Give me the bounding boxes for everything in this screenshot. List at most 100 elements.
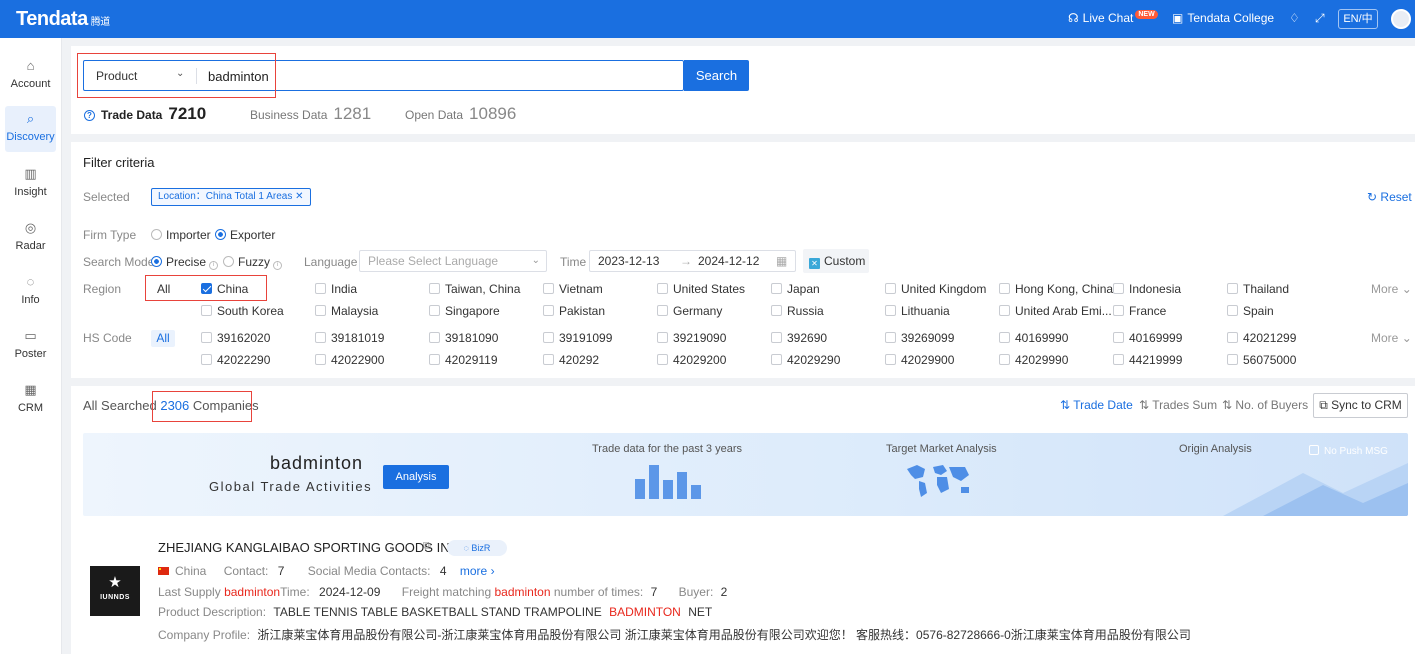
hs-code-checkbox[interactable]: 42021299: [1227, 331, 1296, 345]
reset-button[interactable]: ↻ Reset: [1367, 190, 1412, 204]
region-checkbox[interactable]: India: [315, 282, 357, 296]
more-link[interactable]: more ›: [460, 564, 495, 578]
search-button[interactable]: Search: [684, 60, 749, 91]
region-checkbox[interactable]: United Arab Emi...: [999, 304, 1112, 318]
logo[interactable]: Tendata 腾道: [16, 8, 110, 31]
region-all[interactable]: All: [157, 282, 170, 296]
region-more-button[interactable]: More ⌄: [1371, 282, 1412, 296]
company-logo[interactable]: ★ IUNNDS: [90, 566, 140, 616]
target-market-label[interactable]: Target Market Analysis: [886, 443, 997, 455]
region-checkbox[interactable]: Taiwan, China: [429, 282, 520, 296]
hs-code-checkbox[interactable]: 42029290: [771, 353, 840, 367]
search-input[interactable]: [208, 67, 668, 85]
tab-business-data[interactable]: Business Data 1281: [250, 104, 371, 124]
college-link[interactable]: ▣ Tendata College: [1172, 11, 1274, 25]
notification-icon[interactable]: ♢: [1289, 11, 1300, 25]
fullscreen-icon[interactable]: ⤢: [1315, 11, 1325, 26]
region-checkbox[interactable]: Hong Kong, China: [999, 282, 1113, 296]
contact-count[interactable]: 7: [278, 564, 285, 578]
sidebar-item-info[interactable]: ◌ Info: [5, 269, 56, 315]
language-label: Language: [304, 255, 358, 269]
bizr-badge[interactable]: ◌ BizR: [447, 540, 507, 556]
tab-trade-data[interactable]: ? Trade Data 7210: [84, 104, 206, 124]
copy-icon[interactable]: ⧉: [423, 540, 431, 553]
region-checkbox[interactable]: Japan: [771, 282, 820, 296]
origin-analysis-label[interactable]: Origin Analysis: [1179, 443, 1252, 455]
exporter-radio[interactable]: Exporter: [215, 228, 275, 242]
no-push-checkbox[interactable]: No Push MSG: [1309, 445, 1388, 457]
freight-suffix: number of times:: [553, 585, 644, 599]
region-checkbox[interactable]: Thailand: [1227, 282, 1289, 296]
hs-all[interactable]: All: [151, 330, 175, 347]
region-checkbox[interactable]: Lithuania: [885, 304, 950, 318]
info-icon[interactable]: i: [273, 261, 283, 270]
hs-code-checkbox[interactable]: 56075000: [1227, 353, 1296, 367]
hs-code-checkbox[interactable]: 42029200: [657, 353, 726, 367]
region-checkbox[interactable]: Malaysia: [315, 304, 378, 318]
hs-code-checkbox[interactable]: 39181019: [315, 331, 384, 345]
hs-code-checkbox[interactable]: 40169999: [1113, 331, 1182, 345]
sidebar-item-crm[interactable]: ▦ CRM: [5, 377, 56, 423]
hs-more-button[interactable]: More ⌄: [1371, 331, 1412, 345]
sidebar-item-poster[interactable]: ▭ Poster: [5, 323, 56, 369]
hs-code-checkbox[interactable]: 392690: [771, 331, 827, 345]
region-checkbox[interactable]: Russia: [771, 304, 824, 318]
sort-trades-sum[interactable]: ⇅ Trades Sum: [1139, 398, 1217, 412]
region-checkbox[interactable]: France: [1113, 304, 1166, 318]
language-switch[interactable]: EN/中: [1338, 9, 1378, 29]
trade-bar: [677, 472, 687, 499]
company-name-link[interactable]: ZHEJIANG KANGLAIBAO SPORTING GOODS INC: [158, 540, 459, 555]
chevron-down-icon[interactable]: ⌄: [176, 68, 184, 79]
hs-code-checkbox[interactable]: 44219999: [1113, 353, 1182, 367]
region-checkbox[interactable]: United Kingdom: [885, 282, 986, 296]
region-checkbox[interactable]: Indonesia: [1113, 282, 1181, 296]
info-icon[interactable]: i: [209, 261, 219, 270]
hs-code-checkbox[interactable]: 42029900: [885, 353, 954, 367]
help-icon[interactable]: ?: [84, 110, 95, 121]
chevron-down-icon: ⌄: [531, 255, 540, 266]
sort-trade-date[interactable]: ⇅ Trade Date: [1060, 398, 1133, 412]
region-checkbox[interactable]: United States: [657, 282, 745, 296]
hs-code-checkbox[interactable]: 420292: [543, 353, 599, 367]
hs-code-checkbox[interactable]: 40169990: [999, 331, 1068, 345]
hs-code-checkbox[interactable]: 42022290: [201, 353, 270, 367]
region-checkbox[interactable]: Vietnam: [543, 282, 603, 296]
sidebar-item-discovery[interactable]: ⌕ Discovery: [5, 106, 56, 152]
custom-button[interactable]: ✕ Custom: [803, 249, 869, 273]
language-select[interactable]: Please Select Language ⌄: [359, 250, 547, 272]
region-checkbox[interactable]: Singapore: [429, 304, 500, 318]
region-china-checkbox[interactable]: China: [201, 282, 248, 296]
avatar[interactable]: [1391, 9, 1411, 29]
tab-open-data[interactable]: Open Data 10896: [405, 104, 516, 124]
region-checkbox[interactable]: South Korea: [201, 304, 284, 318]
hs-code-checkbox[interactable]: 39181090: [429, 331, 498, 345]
hs-code-checkbox[interactable]: 42022900: [315, 353, 384, 367]
hs-code-checkbox[interactable]: 42029119: [429, 353, 498, 367]
hs-code-checkbox[interactable]: 39191099: [543, 331, 612, 345]
sidebar-item-radar[interactable]: ◎ Radar: [5, 215, 56, 261]
fuzzy-radio[interactable]: Fuzzy i: [223, 255, 283, 270]
hs-code-checkbox[interactable]: 39269099: [885, 331, 954, 345]
analysis-button[interactable]: Analysis: [383, 465, 449, 489]
precise-radio[interactable]: Precise i: [151, 255, 219, 270]
hs-code-checkbox[interactable]: 42029990: [999, 353, 1068, 367]
sidebar-item-insight[interactable]: ▥ Insight: [5, 161, 56, 207]
importer-radio[interactable]: Importer: [151, 228, 211, 242]
close-icon[interactable]: ✕: [295, 191, 303, 202]
region-checkbox[interactable]: Pakistan: [543, 304, 605, 318]
region-checkbox[interactable]: Spain: [1227, 304, 1274, 318]
region-checkbox[interactable]: Germany: [657, 304, 722, 318]
search-type-select[interactable]: Product: [96, 69, 137, 83]
sort-buyers[interactable]: ⇅ No. of Buyers: [1222, 398, 1308, 412]
hs-code-checkbox[interactable]: 39219090: [657, 331, 726, 345]
checkbox-icon: [1113, 305, 1124, 316]
description-label: Product Description:: [158, 605, 267, 619]
location-tag[interactable]: Location：China Total 1 Areas ✕: [151, 188, 311, 206]
live-chat-link[interactable]: ☊ Live Chat NEW: [1068, 10, 1158, 25]
checkbox-icon: [1227, 305, 1238, 316]
date-range-picker[interactable]: 2023-12-13 → 2024-12-12 ▦: [589, 250, 796, 272]
social-count[interactable]: 4: [440, 564, 447, 578]
sync-to-crm-button[interactable]: ⧉ Sync to CRM: [1313, 393, 1408, 418]
hs-code-checkbox[interactable]: 39162020: [201, 331, 270, 345]
sidebar-item-account[interactable]: ⌂ Account: [5, 53, 56, 99]
